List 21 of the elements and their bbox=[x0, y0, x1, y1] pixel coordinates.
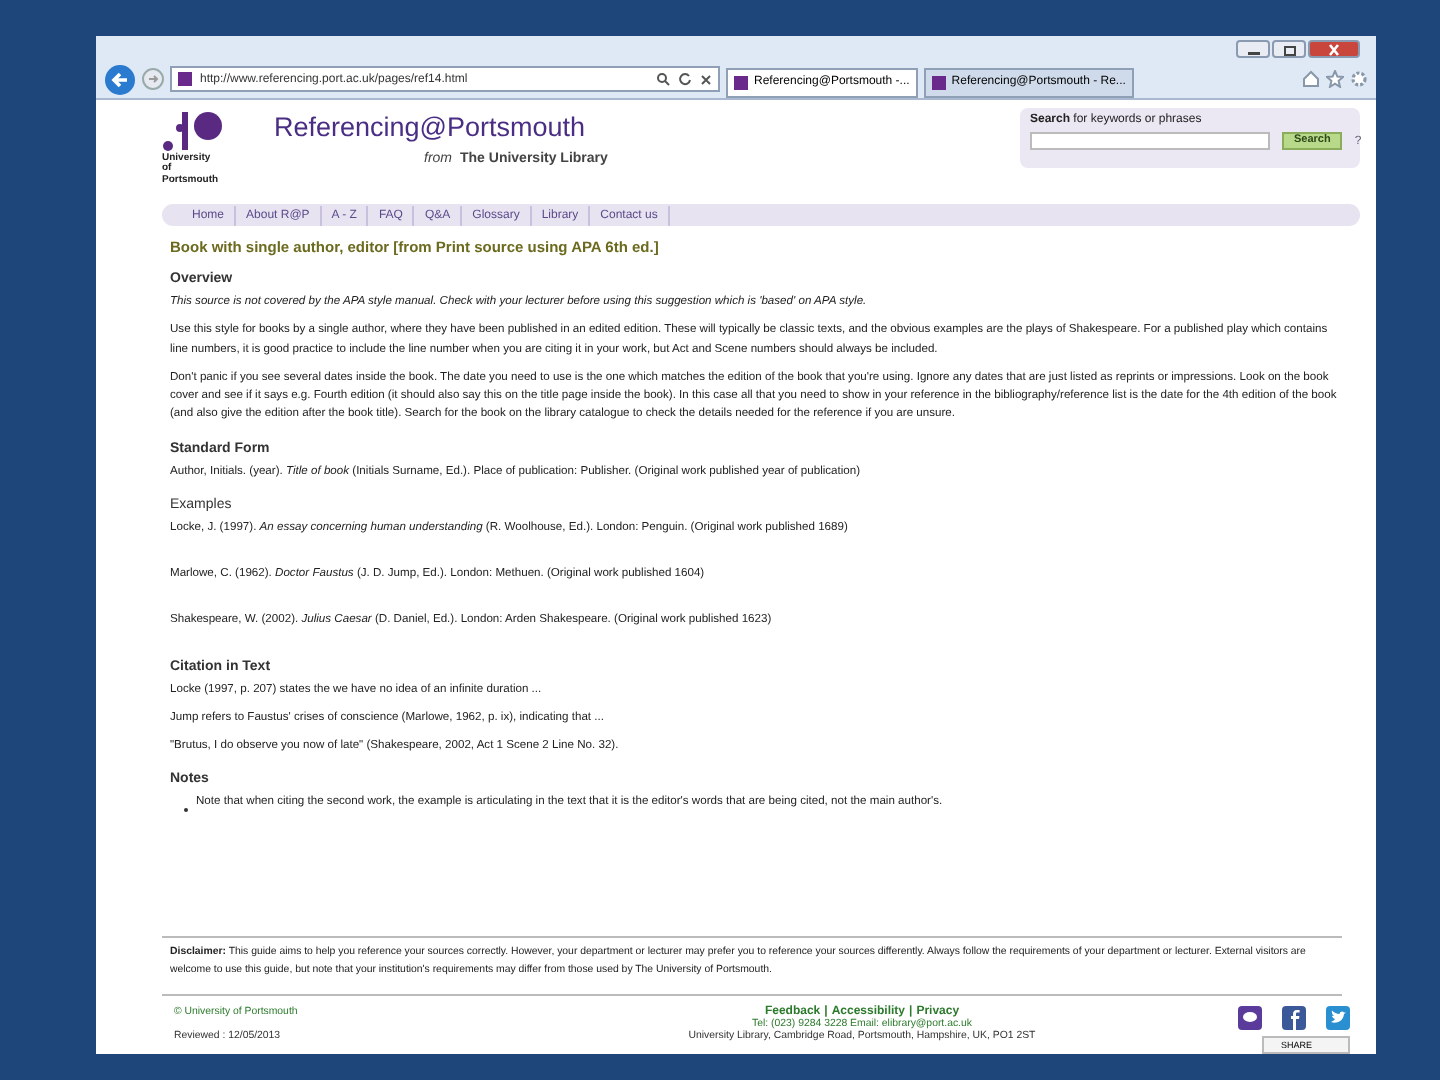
search-field[interactable] bbox=[1030, 132, 1270, 150]
close-icon bbox=[1326, 43, 1342, 55]
back-button[interactable] bbox=[104, 64, 136, 96]
favicon-icon bbox=[931, 75, 946, 89]
bird-icon[interactable] bbox=[1326, 1006, 1350, 1030]
close-button[interactable] bbox=[1308, 40, 1360, 58]
star-icon[interactable] bbox=[1326, 70, 1344, 88]
restore-button[interactable] bbox=[1272, 40, 1306, 58]
close-icon[interactable] bbox=[700, 73, 712, 85]
home-icon[interactable] bbox=[1302, 70, 1320, 88]
site-title: Referencing@Portsmouth bbox=[274, 112, 588, 142]
settings-icon[interactable] bbox=[1350, 70, 1368, 88]
refresh-icon[interactable] bbox=[678, 72, 692, 86]
restore-icon bbox=[1281, 43, 1297, 55]
favicon-icon bbox=[734, 75, 748, 89]
favicon-icon bbox=[178, 72, 192, 86]
minimize-button[interactable] bbox=[1236, 40, 1270, 58]
chat-icon[interactable] bbox=[1238, 1006, 1262, 1030]
social-icon[interactable] bbox=[1282, 1006, 1306, 1030]
logo-icon bbox=[162, 108, 222, 152]
search-icon[interactable] bbox=[656, 72, 670, 86]
